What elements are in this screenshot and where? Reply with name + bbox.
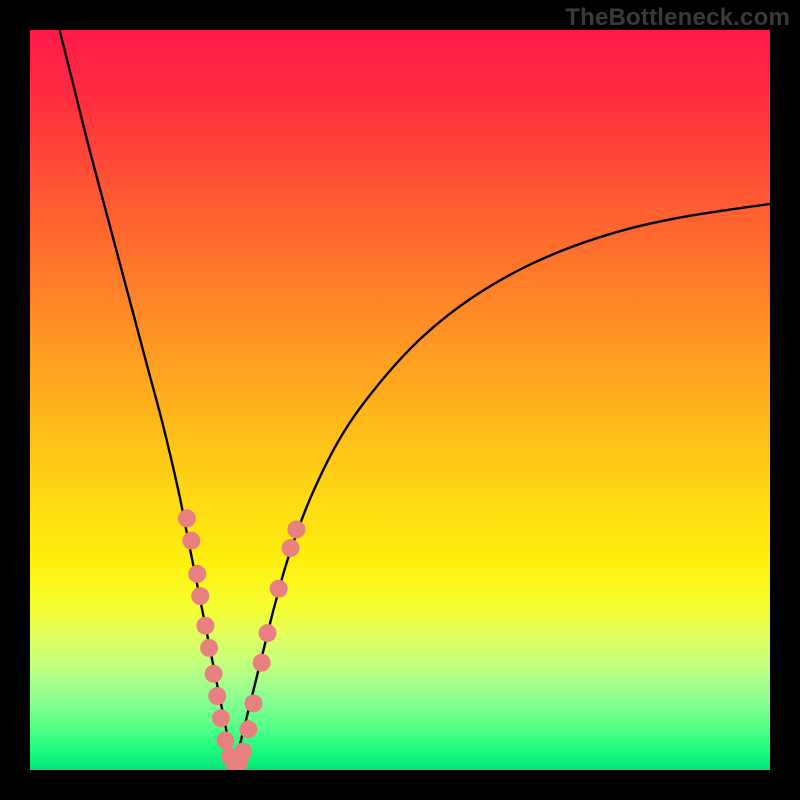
data-point xyxy=(239,720,257,738)
data-points-group xyxy=(178,509,306,770)
data-point xyxy=(205,665,223,683)
data-point xyxy=(188,565,206,583)
data-point xyxy=(182,532,200,550)
data-point xyxy=(191,587,209,605)
data-point xyxy=(216,731,234,749)
watermark-text: TheBottleneck.com xyxy=(565,4,790,32)
data-point xyxy=(200,639,218,657)
chart-frame: TheBottleneck.com xyxy=(0,0,800,800)
data-point xyxy=(196,617,214,635)
data-point xyxy=(259,624,277,642)
data-point xyxy=(208,687,226,705)
data-point xyxy=(234,743,252,761)
curve-right-branch xyxy=(234,204,771,766)
data-point xyxy=(287,521,305,539)
curve-layer xyxy=(30,30,770,770)
plot-area xyxy=(30,30,770,770)
data-point xyxy=(281,539,299,557)
data-point xyxy=(244,694,262,712)
data-point xyxy=(253,654,271,672)
data-point xyxy=(212,709,230,727)
data-point xyxy=(178,509,196,527)
data-point xyxy=(270,580,288,598)
